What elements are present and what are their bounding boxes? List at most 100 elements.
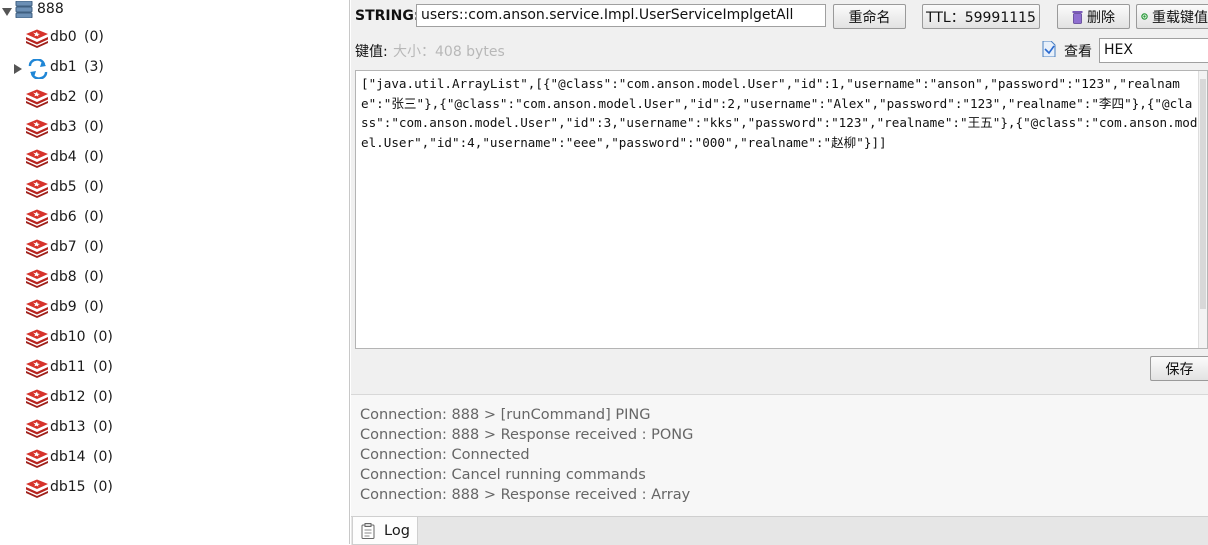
tree-db-row[interactable]: db9 (0) xyxy=(0,298,349,320)
key-detail-panel: STRING: users::com.anson.service.Impl.Us… xyxy=(351,0,1208,545)
expand-right-icon[interactable] xyxy=(14,64,22,74)
db-key-count: (0) xyxy=(84,29,104,45)
redis-db-icon xyxy=(26,209,48,228)
db-key-count: (0) xyxy=(93,389,113,405)
db-name: db3 xyxy=(50,119,77,135)
db-name: db2 xyxy=(50,89,77,105)
db-name: db15 xyxy=(50,479,86,495)
save-button[interactable]: 保存 xyxy=(1150,356,1208,381)
redis-db-icon xyxy=(26,389,48,408)
db-key-count: (0) xyxy=(93,359,113,375)
value-scrollbar-thumb[interactable] xyxy=(1200,79,1206,309)
tree-db-row[interactable]: db7 (0) xyxy=(0,238,349,260)
redis-db-icon xyxy=(26,449,48,468)
tree-db-row[interactable]: db1 (3) xyxy=(0,58,349,80)
db-name: db9 xyxy=(50,299,77,315)
db-name: db12 xyxy=(50,389,86,405)
db-name: db1 xyxy=(50,59,77,75)
db-key-count: (0) xyxy=(84,269,104,285)
reload-icon xyxy=(1141,13,1148,20)
value-scrollbar[interactable] xyxy=(1198,71,1207,348)
value-text[interactable]: ["java.util.ArrayList",[{"@class":"com.a… xyxy=(361,74,1199,152)
redis-db-icon xyxy=(26,299,48,318)
tab-log-label: Log xyxy=(384,522,410,539)
db-name: db14 xyxy=(50,449,86,465)
tree-db-row[interactable]: db3 (0) xyxy=(0,118,349,140)
log-line: Connection: 888 > [runCommand] PING xyxy=(360,407,651,423)
db-name: db8 xyxy=(50,269,77,285)
tree-db-row[interactable]: db4 (0) xyxy=(0,148,349,170)
trash-icon xyxy=(1072,10,1083,24)
delete-button-label: 删除 xyxy=(1087,9,1115,26)
db-name: db13 xyxy=(50,419,86,435)
key-type-label: STRING: xyxy=(355,8,420,24)
format-select-value: HEX xyxy=(1104,42,1133,58)
redis-db-icon xyxy=(26,119,48,138)
rename-button-label: 重命名 xyxy=(848,9,891,26)
value-editor[interactable]: ["java.util.ArrayList",[{"@class":"com.a… xyxy=(355,70,1208,349)
tree-db-row[interactable]: db2 (0) xyxy=(0,88,349,110)
view-icon xyxy=(1042,41,1056,57)
db-name: db6 xyxy=(50,209,77,225)
db-key-count: (0) xyxy=(84,179,104,195)
clipboard-icon xyxy=(361,522,375,539)
redis-db-icon xyxy=(26,149,48,168)
db-key-count: (0) xyxy=(84,209,104,225)
tree-db-row[interactable]: db13 (0) xyxy=(0,418,349,440)
tree-db-row[interactable]: db14 (0) xyxy=(0,448,349,470)
redis-db-icon xyxy=(26,239,48,258)
tab-log[interactable]: Log xyxy=(352,517,418,545)
expand-down-icon[interactable] xyxy=(2,8,12,16)
tree-db-row[interactable]: db15 (0) xyxy=(0,478,349,500)
ttl-button[interactable]: TTL：59991115 xyxy=(922,4,1040,29)
tree-db-row[interactable]: db11 (0) xyxy=(0,358,349,380)
db-key-count: (0) xyxy=(93,419,113,435)
tree-db-row[interactable]: db6 (0) xyxy=(0,208,349,230)
db-key-count: (0) xyxy=(93,329,113,345)
db-name: db5 xyxy=(50,179,77,195)
log-line: Connection: 888 > Response received : Ar… xyxy=(360,487,691,503)
tree-db-row[interactable]: db8 (0) xyxy=(0,268,349,290)
server-icon xyxy=(15,1,33,18)
connection-tree: 888 db0 (0) db1 (3) db2 (0) db3 (0) db4 (0) db5 (0)… xyxy=(0,0,350,544)
db-key-count: (0) xyxy=(93,479,113,495)
redis-db-icon xyxy=(26,269,48,288)
reload-button[interactable]: 重载键值 xyxy=(1136,4,1208,29)
db-key-count: (0) xyxy=(93,449,113,465)
ttl-button-label: TTL：59991115 xyxy=(926,9,1036,26)
log-line: Connection: Connected xyxy=(360,447,530,463)
db-name: db0 xyxy=(50,29,77,45)
db-key-count: (3) xyxy=(84,59,104,75)
tree-db-row[interactable]: db12 (0) xyxy=(0,388,349,410)
delete-button[interactable]: 删除 xyxy=(1057,4,1130,29)
tree-db-row[interactable]: db0 (0) xyxy=(0,28,349,50)
redis-db-icon xyxy=(26,479,48,498)
tree-db-row[interactable]: db5 (0) xyxy=(0,178,349,200)
db-key-count: (0) xyxy=(84,89,104,105)
sync-icon xyxy=(28,59,48,79)
db-name: db4 xyxy=(50,149,77,165)
redis-db-icon xyxy=(26,29,48,48)
db-name: db11 xyxy=(50,359,86,375)
log-output: Connection: 888 > [runCommand] PING Conne… xyxy=(351,394,1208,517)
log-line: Connection: 888 > Response received : PO… xyxy=(360,427,694,443)
server-name: 888 xyxy=(37,1,64,17)
log-line: Connection: Cancel running commands xyxy=(360,467,646,483)
db-key-count: (0) xyxy=(84,239,104,255)
db-name: db10 xyxy=(50,329,86,345)
bottom-tabbar: Log xyxy=(351,516,1208,545)
redis-db-icon xyxy=(26,359,48,378)
rename-button[interactable]: 重命名 xyxy=(833,4,906,29)
value-size: 大小：408 bytes xyxy=(393,44,505,60)
redis-db-icon xyxy=(26,89,48,108)
key-name-field[interactable]: users::com.anson.service.Impl.UserServic… xyxy=(416,4,826,27)
reload-button-label: 重载键值 xyxy=(1152,9,1208,26)
redis-db-icon xyxy=(26,419,48,438)
db-name: db7 xyxy=(50,239,77,255)
format-select[interactable]: HEX xyxy=(1099,38,1208,63)
db-key-count: (0) xyxy=(84,119,104,135)
save-button-label: 保存 xyxy=(1165,361,1194,378)
db-key-count: (0) xyxy=(84,149,104,165)
tree-db-row[interactable]: db10 (0) xyxy=(0,328,349,350)
tree-server-row[interactable]: 888 xyxy=(0,0,349,22)
